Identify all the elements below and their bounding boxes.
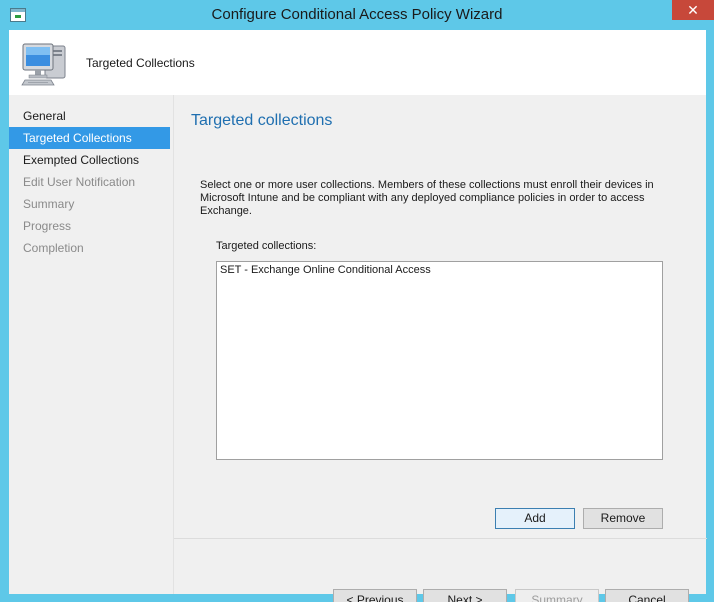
targeted-collections-list[interactable]: SET - Exchange Online Conditional Access bbox=[216, 261, 663, 460]
page-title: Targeted collections bbox=[191, 112, 333, 129]
title-bar[interactable]: Configure Conditional Access Policy Wiza… bbox=[0, 0, 714, 30]
targeted-collections-label: Targeted collections: bbox=[216, 240, 317, 252]
nav-item-completion: Completion bbox=[23, 241, 84, 255]
wizard-window: Configure Conditional Access Policy Wiza… bbox=[0, 0, 714, 602]
cancel-button[interactable]: Cancel bbox=[605, 589, 689, 602]
remove-button[interactable]: Remove bbox=[583, 508, 663, 529]
wizard-nav: General Targeted Collections Exempted Co… bbox=[9, 95, 173, 594]
wizard-main-panel: Targeted collections Select one or more … bbox=[173, 95, 707, 602]
nav-item-summary: Summary bbox=[23, 197, 75, 211]
page-description: Select one or more user collections. Mem… bbox=[200, 179, 654, 217]
list-item[interactable]: SET - Exchange Online Conditional Access bbox=[217, 262, 662, 276]
window-title: Configure Conditional Access Policy Wiza… bbox=[211, 6, 503, 23]
nav-item-exempted-collections[interactable]: Exempted Collections bbox=[9, 149, 170, 171]
nav-item-general[interactable]: General bbox=[9, 105, 170, 127]
close-button[interactable]: ✕ bbox=[672, 0, 714, 20]
nav-item-targeted-collections[interactable]: Targeted Collections bbox=[9, 127, 170, 149]
previous-button[interactable]: < Previous bbox=[333, 589, 417, 602]
nav-item-edit-user-notification: Edit User Notification bbox=[23, 175, 136, 189]
add-button[interactable]: Add bbox=[495, 508, 575, 529]
wizard-header: Targeted Collections bbox=[9, 30, 706, 95]
nav-item-progress: Progress bbox=[23, 219, 72, 233]
header-title: Targeted Collections bbox=[86, 56, 195, 70]
next-button[interactable]: Next > bbox=[423, 589, 507, 602]
footer-divider bbox=[174, 538, 707, 539]
computer-icon bbox=[21, 43, 66, 86]
wizard-client-area: Targeted Collections General Targeted Co… bbox=[9, 30, 707, 602]
summary-button: Summary bbox=[515, 589, 599, 602]
